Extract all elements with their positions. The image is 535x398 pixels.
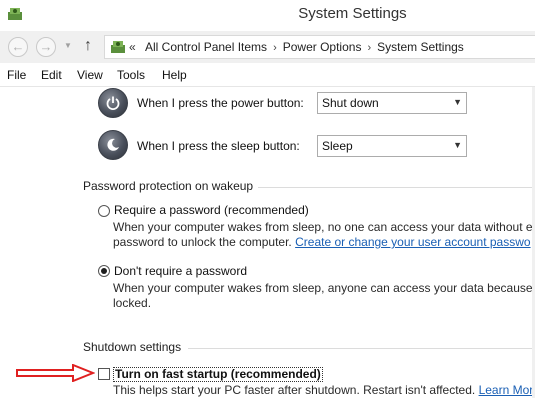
require-password-desc-line1: When your computer wakes from sleep, no … <box>113 220 535 234</box>
sleep-button-action-value: Sleep <box>322 139 353 153</box>
settings-content: When I press the power button: Shut down… <box>0 87 535 398</box>
menu-file[interactable]: File <box>7 68 26 82</box>
password-section-title: Password protection on wakeup <box>83 179 254 193</box>
back-button[interactable]: ← <box>8 37 28 57</box>
menu-view[interactable]: View <box>77 68 103 82</box>
dont-require-desc-line2: locked. <box>113 296 152 310</box>
section-divider <box>258 187 535 188</box>
require-password-label[interactable]: Require a password (recommended) <box>114 203 309 217</box>
breadcrumb: All Control Panel Items › Power Options › Sy… <box>145 40 464 54</box>
learn-more-link[interactable]: Learn More <box>479 383 535 397</box>
navigation-bar: ← → ▼ ↑ « All Control Panel Items › Power … <box>0 31 535 63</box>
menu-tools[interactable]: Tools <box>117 68 145 82</box>
menu-bar: File Edit View Tools Help <box>0 63 535 87</box>
breadcrumb-power-options[interactable]: Power Options <box>283 40 362 54</box>
dont-require-password-radio[interactable] <box>98 265 110 277</box>
control-panel-icon <box>109 39 127 55</box>
menu-edit[interactable]: Edit <box>41 68 62 82</box>
breadcrumb-separator-icon[interactable]: › <box>367 42 371 54</box>
power-button-action-select[interactable]: Shut down ▼ <box>317 92 467 114</box>
chevron-down-icon: ▼ <box>453 97 462 107</box>
sleep-button-label: When I press the sleep button: <box>137 139 300 153</box>
require-password-radio[interactable] <box>98 205 110 217</box>
require-password-description: When your computer wakes from sleep, no … <box>113 220 535 250</box>
sleep-button-icon <box>98 130 128 160</box>
title-bar: System Settings <box>0 0 535 31</box>
breadcrumb-system-settings[interactable]: System Settings <box>377 40 464 54</box>
breadcrumb-overflow-icon[interactable]: « <box>129 40 136 54</box>
chevron-down-icon: ▼ <box>453 140 462 150</box>
power-button-action-value: Shut down <box>322 96 379 110</box>
dont-require-desc-line1: When your computer wakes from sleep, any… <box>113 281 535 295</box>
sleep-button-action-select[interactable]: Sleep ▼ <box>317 135 467 157</box>
window-title: System Settings <box>298 5 407 22</box>
menu-help[interactable]: Help <box>162 68 187 82</box>
require-password-desc-text: password to unlock the computer. <box>113 235 292 249</box>
shutdown-section-title: Shutdown settings <box>83 340 182 354</box>
dont-require-password-description: When your computer wakes from sleep, any… <box>113 281 535 311</box>
require-password-desc-line2: password to unlock the computer. Create … <box>113 235 535 250</box>
fast-startup-desc-text: This helps start your PC faster after sh… <box>113 383 476 397</box>
recent-locations-dropdown-icon[interactable]: ▼ <box>64 41 72 50</box>
fast-startup-label[interactable]: Turn on fast startup (recommended) <box>113 367 323 382</box>
back-arrow-icon: ← <box>11 39 25 54</box>
forward-arrow-icon: → <box>39 39 53 54</box>
create-change-password-link[interactable]: Create or change your user account passw… <box>295 235 530 249</box>
up-arrow-icon[interactable]: ↑ <box>84 37 92 55</box>
address-bar[interactable]: « All Control Panel Items › Power Options ›… <box>104 35 535 59</box>
breadcrumb-separator-icon[interactable]: › <box>273 42 277 54</box>
dont-require-password-label[interactable]: Don't require a password <box>114 264 247 278</box>
fast-startup-description: This helps start your PC faster after sh… <box>113 383 535 398</box>
power-button-label: When I press the power button: <box>137 96 304 110</box>
section-divider <box>188 348 535 349</box>
forward-button[interactable]: → <box>36 37 56 57</box>
red-annotation-arrow-icon <box>16 364 95 382</box>
power-button-icon <box>98 88 128 118</box>
breadcrumb-all-control-panel-items[interactable]: All Control Panel Items <box>145 40 267 54</box>
fast-startup-checkbox[interactable] <box>98 368 110 380</box>
